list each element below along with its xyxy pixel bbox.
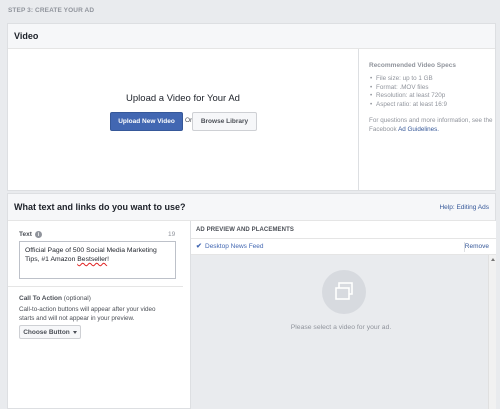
video-section-header: Video <box>8 24 495 49</box>
chevron-down-icon <box>72 330 77 334</box>
preview-scrollbar[interactable] <box>488 255 496 409</box>
placement-row[interactable]: ✔ Desktop News Feed Remove <box>191 239 496 255</box>
cta-description: Call-to-action buttons will appear after… <box>19 306 156 322</box>
video-specs-panel: Recommended Video Specs File size: up to… <box>358 49 495 190</box>
ad-text-input[interactable]: Official Page of 500 Social Media Market… <box>19 241 176 279</box>
text-form: Text i 19 Official Page of 500 Social Me… <box>8 221 183 409</box>
spec-item: File size: up to 1 GB <box>370 75 447 84</box>
upload-new-video-button[interactable]: Upload New Video <box>110 112 183 131</box>
cta-label-text: Call To Action <box>19 295 62 302</box>
step-label: STEP 3: CREATE YOUR AD <box>8 7 95 14</box>
ad-preview-panel: AD PREVIEW AND PLACEMENTS ✔ Desktop News… <box>190 221 496 409</box>
char-count: 19 <box>168 231 176 238</box>
text-section-header: What text and links do you want to use? … <box>8 194 495 221</box>
divider <box>8 286 183 287</box>
preview-area: Please select a video for your ad. <box>191 255 496 409</box>
specs-note: For questions and more information, see … <box>369 117 494 134</box>
choose-button-dropdown[interactable]: Choose Button <box>19 325 81 339</box>
scroll-up-icon[interactable] <box>490 258 495 261</box>
cta-optional: (optional) <box>63 295 91 302</box>
text-section-title: What text and links do you want to use? <box>14 202 186 212</box>
remove-placement-link[interactable]: Remove <box>465 243 489 250</box>
ad-text-suffix: ! <box>107 256 109 263</box>
specs-list: File size: up to 1 GB Format: .MOV files… <box>370 75 447 110</box>
placement-desktop-news-feed[interactable]: Desktop News Feed <box>205 243 264 250</box>
cta-label: Call To Action (optional) <box>19 295 91 302</box>
text-label-text: Text <box>19 231 32 238</box>
spec-item: Resolution: at least 720p <box>370 92 447 101</box>
video-placeholder-icon <box>335 282 353 300</box>
ad-guidelines-link[interactable]: Ad Guidelines. <box>398 126 439 133</box>
browse-library-button[interactable]: Browse Library <box>192 112 257 131</box>
preview-header: AD PREVIEW AND PLACEMENTS <box>191 221 496 239</box>
check-icon: ✔ <box>196 243 202 250</box>
choose-button-label: Choose Button <box>23 328 70 336</box>
info-icon[interactable]: i <box>34 231 42 238</box>
text-label: Text i <box>19 231 42 238</box>
specs-title: Recommended Video Specs <box>369 62 456 69</box>
video-section: Video Upload a Video for Your Ad Upload … <box>7 23 496 191</box>
misspelled-word: Bestseller <box>77 256 108 263</box>
text-links-section: What text and links do you want to use? … <box>7 193 496 409</box>
video-section-title: Video <box>14 31 39 41</box>
preview-title: AD PREVIEW AND PLACEMENTS <box>196 227 294 233</box>
upload-area: Upload a Video for Your Ad Upload New Vi… <box>8 49 358 190</box>
upload-title: Upload a Video for Your Ad <box>126 93 240 104</box>
spec-item: Format: .MOV files <box>370 84 447 93</box>
preview-placeholder-text: Please select a video for your ad. <box>290 324 392 331</box>
spec-item: Aspect ratio: at least 16:9 <box>370 101 447 110</box>
help-editing-ads-link[interactable]: Help: Editing Ads <box>439 204 489 211</box>
